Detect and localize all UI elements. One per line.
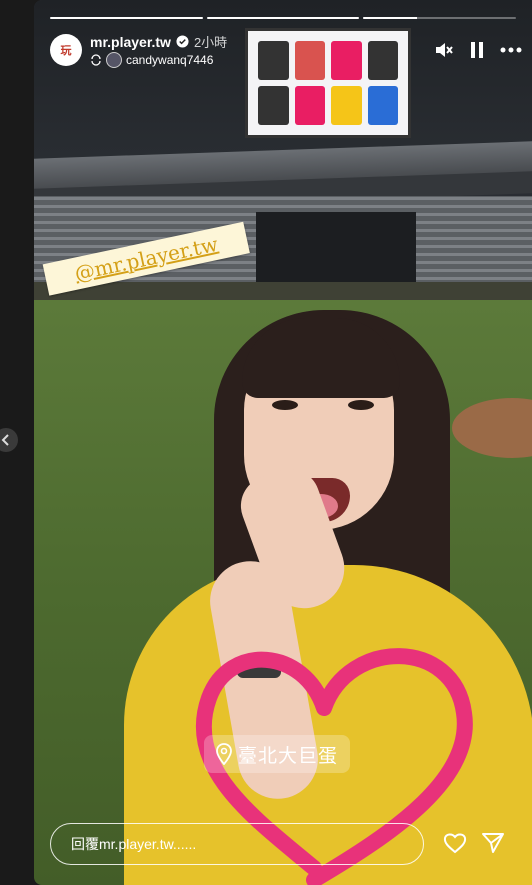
send-icon — [482, 833, 504, 853]
story-viewer[interactable]: 玩 mr.player.tw 2小時 candywanq7446 @mr.pla… — [34, 0, 532, 885]
progress-segment — [50, 17, 203, 19]
reply-input[interactable]: 回覆mr.player.tw...... — [50, 823, 424, 865]
reposted-username[interactable]: candywanq7446 — [126, 53, 213, 67]
avatar[interactable]: 玩 — [50, 34, 82, 66]
repost-icon — [91, 54, 101, 66]
post-time: 2小時 — [193, 35, 228, 50]
progress-segment — [363, 17, 517, 19]
location-pin-icon — [216, 743, 232, 765]
story-header: 玩 mr.player.tw 2小時 candywanq7446 — [50, 33, 522, 68]
like-button[interactable] — [442, 830, 468, 856]
reposted-user-avatar — [106, 52, 122, 68]
reply-placeholder: 回覆mr.player.tw...... — [71, 836, 197, 852]
progress-segment — [206, 17, 360, 19]
chevron-left-icon — [1, 434, 9, 446]
heart-icon — [443, 833, 467, 854]
location-sticker[interactable]: 臺北大巨蛋 — [204, 735, 351, 773]
username[interactable]: mr.player.tw — [90, 34, 171, 50]
story-progress-bar — [50, 17, 517, 19]
location-label: 臺北大巨蛋 — [238, 745, 339, 767]
previous-story-button[interactable] — [0, 428, 18, 452]
share-button[interactable] — [480, 830, 506, 856]
pause-icon[interactable] — [470, 41, 484, 59]
verified-icon — [176, 35, 189, 48]
more-icon[interactable] — [500, 47, 522, 53]
mute-icon[interactable] — [434, 41, 454, 59]
